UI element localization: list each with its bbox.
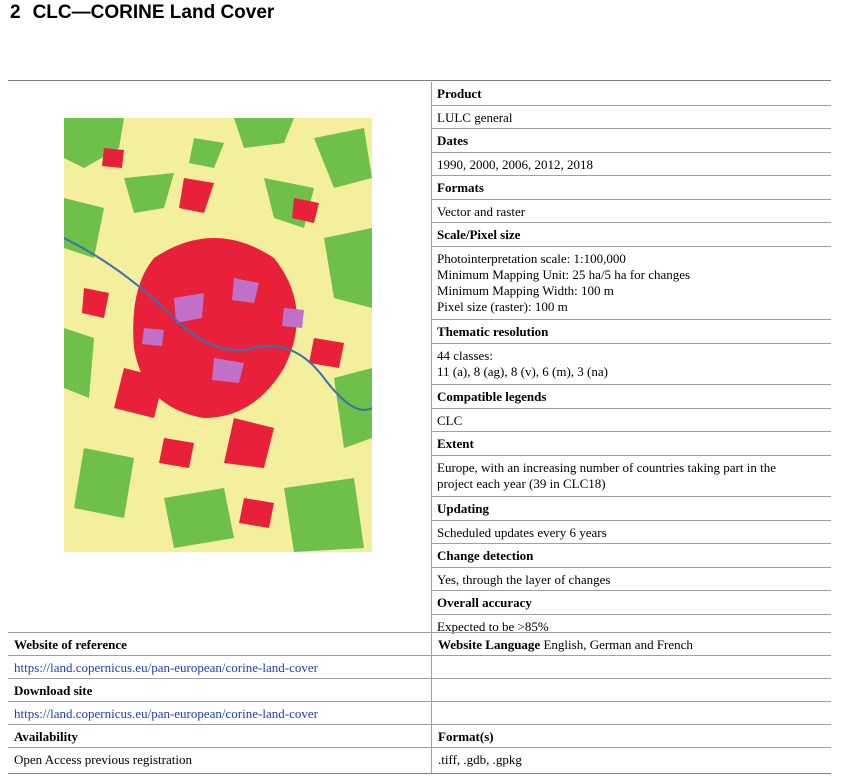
- attribute-label-product: Product: [431, 82, 831, 106]
- availability-value-row: Open Access previous registration .tiff,…: [8, 747, 831, 770]
- section-heading: 2 CLC—CORINE Land Cover: [10, 2, 274, 24]
- section-number: 2: [10, 2, 21, 23]
- website-reference-label: Website of reference: [14, 637, 127, 652]
- attribute-label-formats: Formats: [431, 176, 831, 200]
- availability-label: Availability: [14, 729, 79, 744]
- attribute-value-extent: Europe, with an increasing number of cou…: [431, 456, 831, 497]
- attribute-value-updating: Scheduled updates every 6 years: [431, 521, 831, 544]
- website-language-label: Website Language: [438, 637, 541, 652]
- download-site-link[interactable]: https://land.copernicus.eu/pan-european/…: [14, 706, 318, 722]
- attribute-value-product: LULC general: [431, 106, 831, 129]
- formats-download-value: .tiff, .gdb, .gpkg: [438, 752, 522, 767]
- table-bottom-rule: [8, 773, 831, 774]
- thematic-line: 44 classes:: [437, 348, 493, 363]
- land-cover-map-image: [64, 118, 372, 552]
- formats-download-label: Format(s): [438, 729, 494, 744]
- section-title: CLC—CORINE Land Cover: [32, 2, 275, 23]
- download-row: Download site: [8, 678, 831, 701]
- attributes-table: Product LULC general Dates 1990, 2000, 2…: [431, 82, 831, 638]
- download-site-label: Download site: [14, 683, 93, 698]
- attribute-value-legends: CLC: [431, 409, 831, 432]
- attribute-value-formats: Vector and raster: [431, 200, 831, 223]
- scale-line: Minimum Mapping Width: 100 m: [437, 283, 614, 298]
- website-url-row: https://land.copernicus.eu/pan-european/…: [8, 655, 831, 678]
- attribute-label-legends: Compatible legends: [431, 385, 831, 409]
- extent-line: Europe, with an increasing number of cou…: [437, 460, 776, 475]
- attribute-value-dates: 1990, 2000, 2006, 2012, 2018: [431, 153, 831, 176]
- scale-line: Minimum Mapping Unit: 25 ha/5 ha for cha…: [437, 267, 691, 282]
- attribute-label-updating: Updating: [431, 497, 831, 521]
- availability-header-row: Availability Format(s): [8, 724, 831, 747]
- attribute-label-dates: Dates: [431, 129, 831, 153]
- footer-table: Website of reference Website Language En…: [8, 632, 831, 770]
- table-top-rule: [8, 80, 831, 81]
- thematic-line: 11 (a), 8 (ag), 8 (v), 6 (m), 3 (na): [437, 364, 608, 379]
- scale-line: Photointerpretation scale: 1:100,000: [437, 251, 626, 266]
- attribute-value-change: Yes, through the layer of changes: [431, 568, 831, 591]
- website-reference-link[interactable]: https://land.copernicus.eu/pan-european/…: [14, 660, 318, 676]
- website-language: Website Language English, German and Fre…: [438, 637, 693, 653]
- website-row: Website of reference Website Language En…: [8, 632, 831, 655]
- website-language-value: English, German and French: [543, 637, 693, 652]
- attribute-label-extent: Extent: [431, 432, 831, 456]
- attribute-label-accuracy: Overall accuracy: [431, 591, 831, 615]
- extent-line: project each year (39 in CLC18): [437, 476, 606, 491]
- availability-value: Open Access previous registration: [14, 752, 192, 767]
- download-url-row: https://land.copernicus.eu/pan-european/…: [8, 701, 831, 724]
- scale-line: Pixel size (raster): 100 m: [437, 299, 568, 314]
- attribute-label-change: Change detection: [431, 544, 831, 568]
- attribute-value-scale: Photointerpretation scale: 1:100,000 Min…: [431, 247, 831, 320]
- attribute-value-thematic: 44 classes: 11 (a), 8 (ag), 8 (v), 6 (m)…: [431, 344, 831, 385]
- attribute-label-scale: Scale/Pixel size: [431, 223, 831, 247]
- attribute-label-thematic: Thematic resolution: [431, 320, 831, 344]
